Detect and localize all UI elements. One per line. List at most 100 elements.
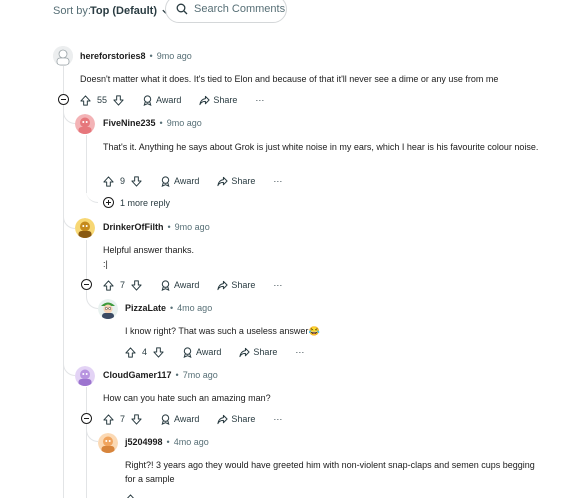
- award-icon: [161, 175, 170, 187]
- sort-dropdown[interactable]: Top (Default): [90, 5, 170, 17]
- more-options-button[interactable]: ···: [273, 176, 282, 186]
- downvote-icon: [131, 413, 142, 425]
- share-label: Share: [231, 414, 256, 424]
- comment-actions: 7 Award Share ···: [103, 412, 282, 426]
- comment-author[interactable]: j5204998: [125, 437, 163, 447]
- more-replies-button[interactable]: 1 more reply: [103, 197, 170, 208]
- thread-line: [86, 387, 87, 413]
- award-button[interactable]: Award: [182, 346, 221, 358]
- downvote-button[interactable]: [113, 94, 124, 106]
- comment-actions: 4 Award Share ···: [125, 345, 304, 359]
- comment-body: Doesn't matter what it does. It's tied t…: [80, 74, 499, 84]
- downvote-button[interactable]: [131, 413, 142, 425]
- downvote-icon: [113, 94, 124, 106]
- share-button[interactable]: Share: [199, 95, 237, 106]
- comment-actions: 7 Award Share ···: [103, 278, 282, 292]
- share-button[interactable]: Share: [217, 280, 255, 291]
- award-button[interactable]: Award: [160, 413, 200, 425]
- avatar[interactable]: [98, 433, 118, 453]
- award-button[interactable]: Award: [142, 94, 181, 106]
- more-options-button[interactable]: ···: [273, 280, 282, 290]
- vote-count: 7: [120, 414, 126, 424]
- upvote-icon: [103, 175, 114, 187]
- plus-circle-icon: [103, 197, 114, 208]
- avatar[interactable]: [53, 46, 73, 66]
- upvote-icon: [80, 94, 91, 106]
- thread-branch: [86, 290, 98, 309]
- comment-age: 7mo ago: [182, 370, 218, 380]
- share-label: Share: [213, 95, 238, 105]
- comment-actions: [125, 492, 136, 498]
- upvote-button[interactable]: [103, 175, 114, 187]
- avatar[interactable]: [75, 114, 95, 134]
- collapse-thread-button[interactable]: [81, 413, 92, 424]
- collapse-thread-button[interactable]: [81, 279, 92, 290]
- downvote-button[interactable]: [131, 279, 142, 291]
- more-options-button[interactable]: ···: [295, 347, 304, 357]
- comment-actions: 55 Award Share ···: [80, 93, 264, 107]
- comment-author[interactable]: CloudGamer117: [103, 370, 172, 380]
- award-icon: [183, 346, 192, 358]
- award-label: Award: [174, 176, 200, 186]
- more-options-button[interactable]: ···: [255, 95, 264, 105]
- search-input[interactable]: Search Comments: [165, 0, 287, 23]
- award-label: Award: [174, 414, 200, 424]
- thread-branch: [63, 106, 75, 124]
- share-icon: [239, 347, 250, 357]
- award-icon: [161, 413, 170, 425]
- comment-dot: •: [149, 51, 153, 61]
- upvote-icon: [103, 279, 114, 291]
- avatar[interactable]: [98, 299, 118, 319]
- upvote-button[interactable]: [125, 493, 136, 498]
- share-button[interactable]: Share: [217, 414, 255, 425]
- share-button[interactable]: Share: [239, 347, 277, 358]
- award-icon: [161, 279, 170, 291]
- downvote-button[interactable]: [153, 346, 164, 358]
- comment-age: 4mo ago: [173, 437, 209, 447]
- upvote-button[interactable]: [125, 346, 136, 358]
- share-icon: [199, 95, 210, 105]
- more-replies-label: 1 more reply: [120, 197, 171, 208]
- share-label: Share: [231, 280, 256, 290]
- downvote-icon: [131, 279, 142, 291]
- downvote-button[interactable]: [131, 175, 142, 187]
- upvote-icon: [103, 413, 114, 425]
- downvote-icon: [131, 175, 142, 187]
- downvote-icon: [153, 346, 164, 358]
- more-options-button[interactable]: ···: [273, 414, 282, 424]
- comment-author[interactable]: hereforstories8: [80, 51, 146, 61]
- vote-count: 7: [120, 280, 126, 290]
- comment-text: I know right? That was such a useless an…: [125, 326, 309, 336]
- thread-line: [86, 240, 87, 279]
- award-button[interactable]: Award: [160, 175, 200, 187]
- comment-author[interactable]: PizzaLate: [125, 303, 166, 313]
- vote-count: 9: [120, 176, 126, 186]
- thread-branch: [86, 178, 98, 203]
- comment-age: 9mo ago: [174, 222, 210, 232]
- upvote-icon: [126, 493, 135, 498]
- search-placeholder: Search Comments: [194, 3, 286, 15]
- thread-branch: [63, 215, 75, 229]
- sort-value: Top (Default): [90, 5, 158, 17]
- upvote-button[interactable]: [103, 413, 114, 425]
- share-button[interactable]: Share: [217, 176, 255, 187]
- share-label: Share: [231, 176, 256, 186]
- thread-branch: [86, 423, 98, 442]
- upvote-button[interactable]: [80, 94, 91, 106]
- comment-body: How can you hate such an amazing man?: [103, 393, 271, 403]
- vote-count: 55: [97, 95, 108, 105]
- avatar[interactable]: [75, 218, 95, 238]
- award-button[interactable]: Award: [160, 279, 199, 291]
- comment-body-line: Helpful answer thanks.: [103, 245, 195, 255]
- share-label: Share: [253, 347, 278, 357]
- collapse-thread-button[interactable]: [58, 94, 69, 105]
- comment-author[interactable]: DrinkerOfFilth: [103, 222, 164, 232]
- comment-author[interactable]: FiveNine235: [103, 118, 156, 128]
- comment-body-line: :|: [103, 259, 108, 269]
- upvote-button[interactable]: [103, 279, 114, 291]
- upvote-icon: [125, 346, 136, 358]
- share-icon: [217, 414, 228, 424]
- thread-branch: [63, 355, 75, 376]
- avatar[interactable]: [75, 366, 95, 386]
- share-icon: [217, 176, 228, 186]
